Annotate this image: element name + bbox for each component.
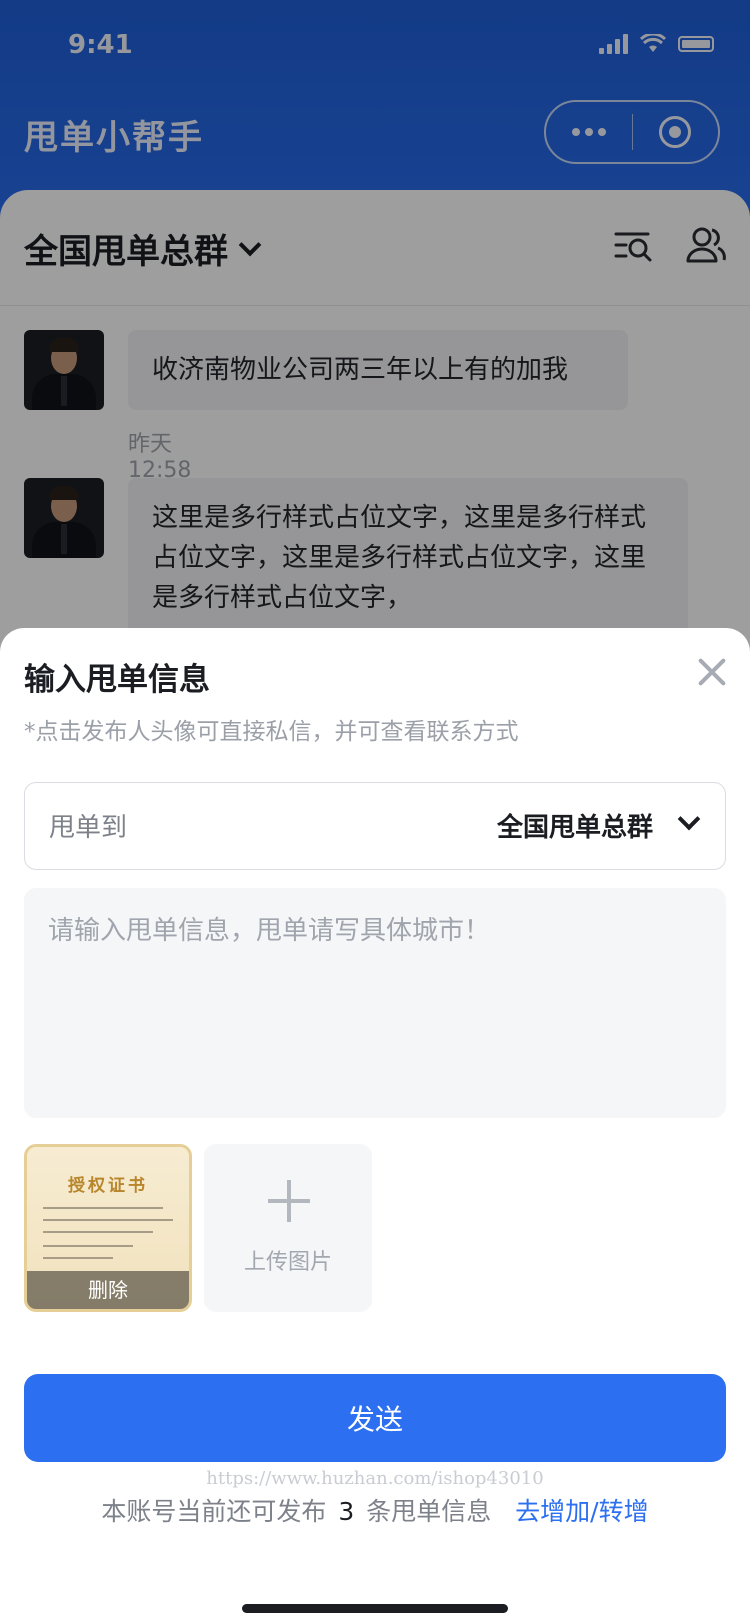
send-button[interactable]: 发送 <box>24 1374 726 1462</box>
upload-label: 上传图片 <box>243 1250 332 1275</box>
upload-image-button[interactable]: 上传图片 <box>204 1144 372 1312</box>
home-indicator <box>242 1604 508 1613</box>
sheet-tip: *点击发布人头像可直接私信，并可查看联系方式 <box>24 719 519 745</box>
post-sheet: 输入甩单信息 *点击发布人头像可直接私信，并可查看联系方式 甩单到 全国甩单总群… <box>0 628 750 1624</box>
target-group-select[interactable]: 甩单到 全国甩单总群 <box>24 782 726 870</box>
target-value: 全国甩单总群 <box>496 813 653 843</box>
quota-count: 3 <box>338 1497 355 1526</box>
certificate-title: 授权证书 <box>68 1176 148 1196</box>
increase-quota-link[interactable]: 去增加/转增 <box>515 1497 648 1526</box>
uploaded-image[interactable]: 授权证书 删除 <box>24 1144 192 1312</box>
delete-image-button[interactable]: 删除 <box>27 1271 189 1309</box>
watermark: https://www.huzhan.com/ishop43010 <box>206 1468 544 1489</box>
plus-icon <box>268 1180 310 1222</box>
quota-info: 本账号当前还可发布 3 条甩单信息 去增加/转增 <box>0 1492 750 1528</box>
message-input[interactable] <box>24 888 726 1118</box>
close-icon[interactable] <box>692 652 732 692</box>
quota-prefix: 本账号当前还可发布 <box>101 1497 327 1526</box>
quota-suffix: 条甩单信息 <box>366 1497 492 1526</box>
sheet-title: 输入甩单信息 <box>24 662 210 698</box>
chevron-down-icon <box>677 807 701 831</box>
target-label: 甩单到 <box>49 813 128 843</box>
